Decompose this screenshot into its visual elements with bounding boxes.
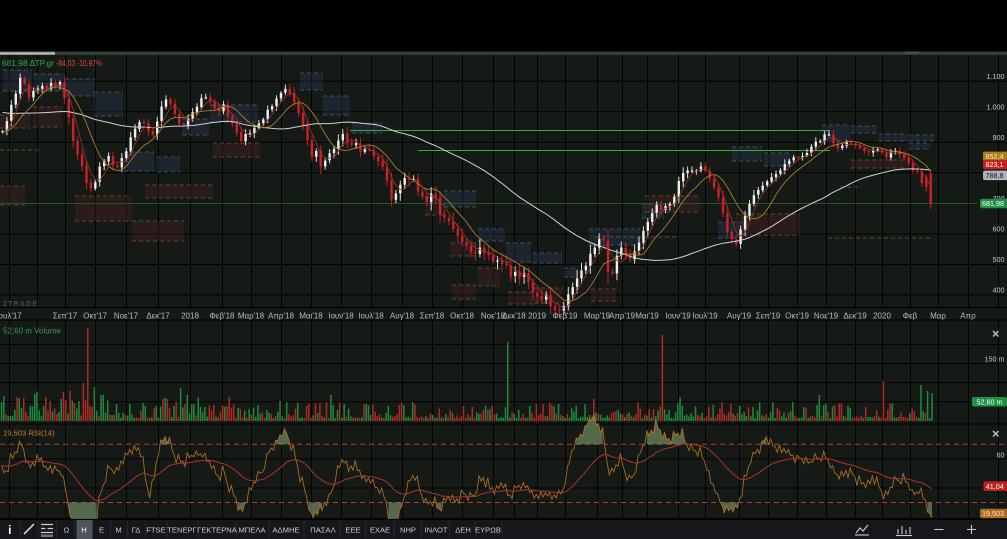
svg-text:Μαι'19: Μαι'19	[635, 312, 659, 321]
svg-text:2019: 2019	[528, 312, 546, 321]
svg-text:i: i	[8, 523, 11, 537]
svg-text:Αυγ'19: Αυγ'19	[727, 312, 752, 321]
svg-text:Ιουν'18: Ιουν'18	[328, 312, 354, 321]
svg-text:ΕΥΡΩΒ: ΕΥΡΩΒ	[475, 526, 501, 535]
svg-text:Ιουλ'19: Ιουλ'19	[692, 312, 718, 321]
svg-text:60: 60	[997, 450, 1005, 459]
svg-text:Μαρ: Μαρ	[930, 312, 946, 321]
svg-text:Νοε'19: Νοε'19	[814, 312, 839, 321]
svg-text:681,98: 681,98	[982, 199, 1004, 208]
svg-text:19,503 RSI(14): 19,503 RSI(14)	[3, 429, 55, 438]
svg-text:52,60 m Volume: 52,60 m Volume	[3, 327, 61, 336]
svg-text:1.000: 1.000	[987, 102, 1005, 111]
svg-text:500: 500	[993, 255, 1005, 264]
svg-text:ΓΔ: ΓΔ	[132, 526, 141, 535]
svg-text:ΔΕΗ: ΔΕΗ	[455, 526, 471, 535]
svg-text:Μαι'18: Μαι'18	[299, 312, 323, 321]
svg-text:Μ: Μ	[115, 526, 121, 535]
svg-text:788,8: 788,8	[986, 171, 1004, 180]
svg-text:Απρ'18: Απρ'18	[268, 312, 294, 321]
svg-text:19,503: 19,503	[982, 509, 1004, 518]
svg-text:ΝΗΡ: ΝΗΡ	[400, 526, 416, 535]
svg-text:Δεκ'17: Δεκ'17	[146, 312, 170, 321]
svg-text:Δεκ'19: Δεκ'19	[843, 312, 867, 321]
svg-text:-84,03 -10,97%: -84,03 -10,97%	[56, 59, 102, 68]
svg-text:FTSE: FTSE	[146, 526, 165, 535]
svg-text:400: 400	[993, 286, 1005, 295]
svg-text:ΑΔΜΗΕ: ΑΔΜΗΕ	[272, 526, 299, 535]
svg-text:Σεπ'17: Σεπ'17	[53, 312, 78, 321]
svg-text:52,60 m: 52,60 m	[977, 397, 1003, 406]
svg-text:Σεπ'19: Σεπ'19	[756, 312, 781, 321]
svg-text:Ε: Ε	[99, 526, 104, 535]
svg-text:Φεβ'19: Φεβ'19	[553, 312, 579, 321]
svg-text:Φεβ: Φεβ	[903, 312, 918, 321]
svg-text:41,04: 41,04	[986, 482, 1004, 491]
svg-text:Ω: Ω	[64, 526, 70, 535]
svg-text:Σεπ'18: Σεπ'18	[420, 312, 445, 321]
svg-text:ΠΑΣΑΛ: ΠΑΣΑΛ	[310, 526, 336, 535]
svg-text:Φεβ'18: Φεβ'18	[210, 312, 236, 321]
svg-text:Η: Η	[81, 526, 86, 535]
svg-text:2TRADE: 2TRADE	[3, 301, 38, 308]
svg-text:Νοε'17: Νοε'17	[114, 312, 139, 321]
svg-text:Δεκ'18: Δεκ'18	[502, 312, 526, 321]
svg-text:823,1: 823,1	[986, 160, 1004, 169]
svg-text:Οκτ'17: Οκτ'17	[83, 312, 107, 321]
svg-text:ΙΝΛΟΤ: ΙΝΛΟΤ	[424, 526, 447, 535]
svg-text:ΜΠΕΛΑ: ΜΠΕΛΑ	[238, 526, 266, 535]
svg-text:2020: 2020	[873, 312, 891, 321]
svg-text:ΕΕΕ: ΕΕΕ	[345, 526, 360, 535]
svg-text:ΤΕΝΕΡΓ: ΤΕΝΕΡΓ	[167, 526, 197, 535]
svg-text:Μαρ'19: Μαρ'19	[584, 312, 611, 321]
svg-text:Απρ: Απρ	[960, 312, 976, 321]
svg-text:Ιουλ'18: Ιουλ'18	[358, 312, 384, 321]
svg-text:150 m: 150 m	[985, 355, 1005, 364]
svg-text:ΕΧΑΕ: ΕΧΑΕ	[370, 526, 390, 535]
svg-text:Οκτ'19: Οκτ'19	[785, 312, 809, 321]
svg-text:1.100: 1.100	[987, 72, 1005, 81]
svg-text:Αυγ'18: Αυγ'18	[390, 312, 415, 321]
svg-text:900: 900	[993, 133, 1005, 142]
svg-text:2018: 2018	[181, 312, 199, 321]
svg-text:Ιουν'19: Ιουν'19	[665, 312, 691, 321]
svg-text:Οκτ'18: Οκτ'18	[450, 312, 474, 321]
svg-text:681,98 ΔΤΡ.gr: 681,98 ΔΤΡ.gr	[2, 59, 54, 68]
svg-text:Απρ'19: Απρ'19	[609, 312, 635, 321]
svg-text:Ιουλ'17: Ιουλ'17	[0, 312, 22, 321]
svg-text:600: 600	[993, 225, 1005, 234]
svg-text:ΓΕΚΤΕΡΝΑ: ΓΕΚΤΕΡΝΑ	[197, 526, 238, 535]
svg-text:Μαρ'18: Μαρ'18	[238, 312, 265, 321]
